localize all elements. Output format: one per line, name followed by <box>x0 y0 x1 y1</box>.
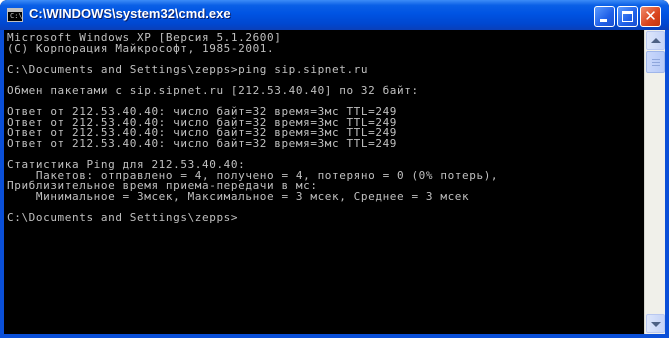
console-line: Обмен пакетами с sip.sipnet.ru [212.53.4… <box>7 83 419 97</box>
maximize-button[interactable] <box>617 6 638 27</box>
console-text: Microsoft Windows XP [Версия 5.1.2600] (С… <box>4 30 644 224</box>
minimize-button[interactable] <box>594 6 615 27</box>
close-icon: ✕ <box>644 7 657 25</box>
console-output[interactable]: Microsoft Windows XP [Версия 5.1.2600] (С… <box>4 30 644 334</box>
console-line: C:\Documents and Settings\zepps>ping sip… <box>7 62 369 76</box>
scroll-up-arrow-icon <box>651 38 661 43</box>
window-border-right <box>665 30 669 334</box>
title-bar[interactable]: C:\ C:\WINDOWS\system32\cmd.exe ✕ <box>0 0 669 30</box>
console-prompt: C:\Documents and Settings\zepps> <box>7 211 239 225</box>
scroll-down-arrow-icon <box>651 322 661 327</box>
close-button[interactable]: ✕ <box>640 6 661 27</box>
console-app-icon[interactable]: C:\ <box>7 8 23 22</box>
scrollbar-thumb[interactable] <box>646 51 665 73</box>
maximize-icon <box>622 11 633 22</box>
vertical-scrollbar[interactable] <box>644 30 665 334</box>
window-border-bottom <box>0 334 669 338</box>
minimize-icon <box>600 19 607 22</box>
cmd-window: C:\ C:\WINDOWS\system32\cmd.exe ✕ Micros… <box>0 0 669 338</box>
scroll-up-button[interactable] <box>646 31 665 50</box>
scroll-down-button[interactable] <box>646 314 665 333</box>
console-line: Минимальное = 3мсек, Максимальное = 3 мс… <box>7 189 470 203</box>
console-line: Ответ от 212.53.40.40: число байт=32 вре… <box>7 136 398 150</box>
console-line: (С) Корпорация Майкрософт, 1985-2001. <box>7 41 275 55</box>
window-title: C:\WINDOWS\system32\cmd.exe <box>29 6 231 21</box>
